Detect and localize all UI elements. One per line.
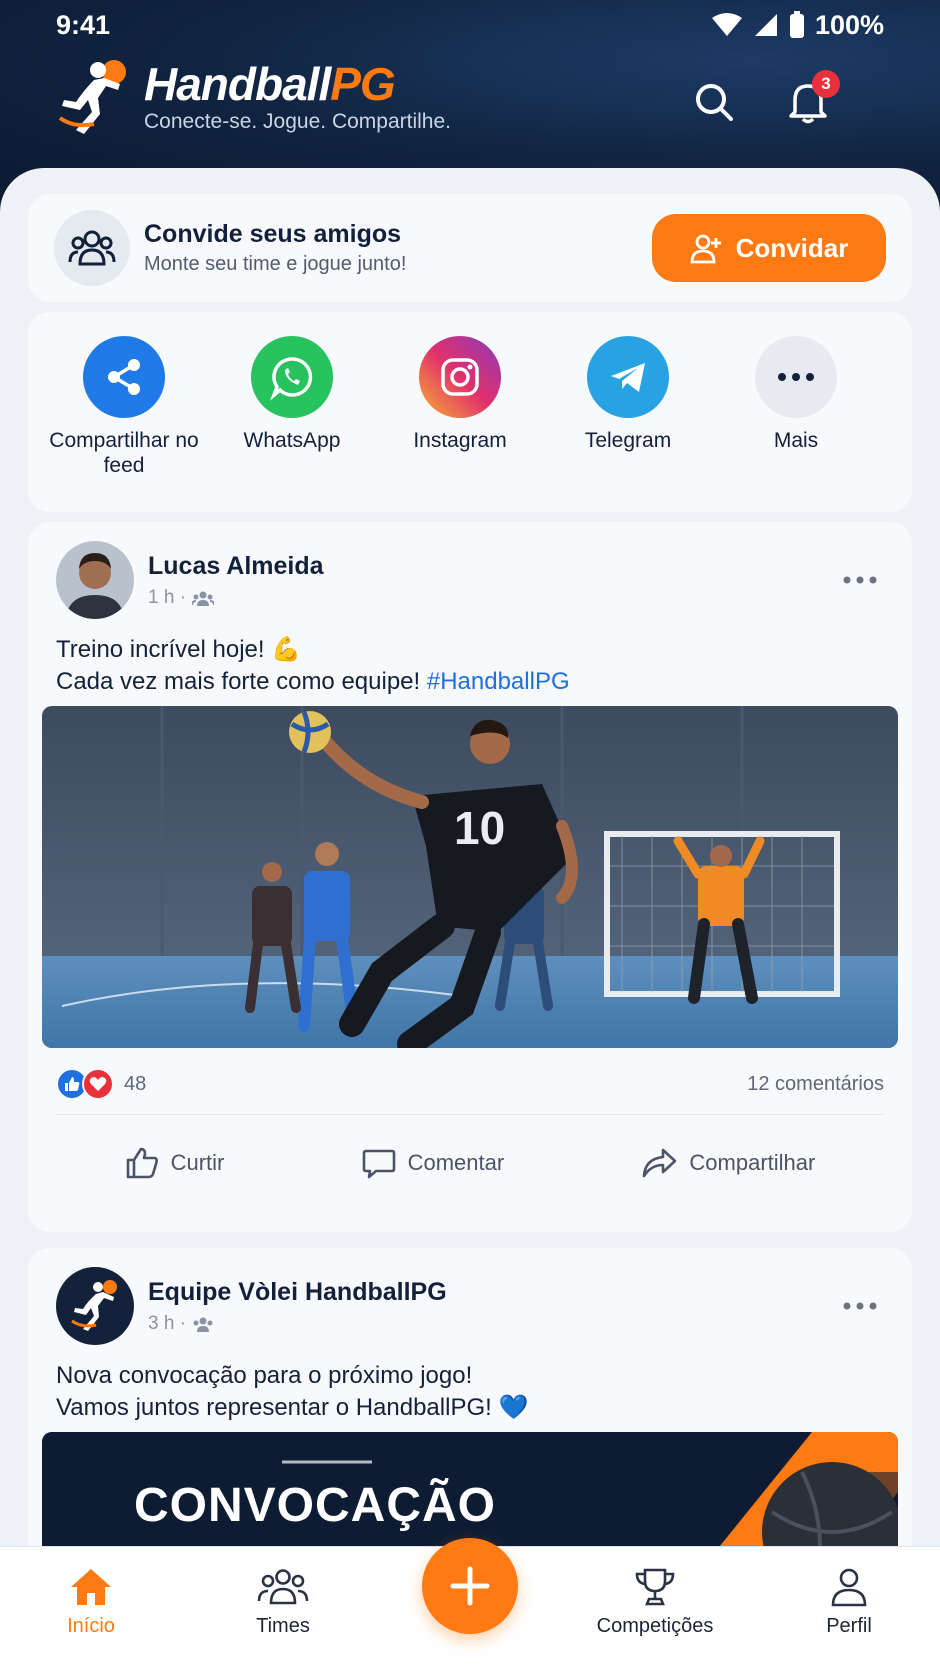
post-actions: Curtir Comentar Compartilhar <box>56 1128 884 1198</box>
share-label: Compartilhar <box>689 1150 816 1175</box>
comment-label: Comentar <box>407 1150 505 1175</box>
brand: HandballPG Conecte-se. Jogue. Compartilh… <box>54 56 451 136</box>
handball-logo-icon <box>58 60 126 134</box>
post-options-button[interactable] <box>836 565 884 595</box>
battery-level: 100% <box>814 9 884 40</box>
invite-title: Convide seus amigos <box>144 220 402 248</box>
instagram-icon <box>419 336 501 418</box>
share-feed-button[interactable]: Compartilhar no feed <box>40 336 208 512</box>
nav-profile[interactable]: Perfil <box>774 1567 924 1638</box>
signal-icon <box>754 14 777 36</box>
more-horizontal-icon <box>843 1302 877 1310</box>
search-icon <box>696 84 733 121</box>
like-label: Curtir <box>170 1150 225 1175</box>
jersey-number: 10 <box>454 802 505 854</box>
share-more-label: Mais <box>773 429 819 452</box>
thumbs-up-icon <box>126 1147 158 1179</box>
share-options: Compartilhar no feed WhatsApp Instagram … <box>28 312 912 512</box>
team-icon <box>257 1569 309 1605</box>
more-icon <box>755 336 837 418</box>
share-telegram-button[interactable]: Telegram <box>544 336 712 512</box>
share-feed-label: Compartilhar no feed <box>49 429 199 477</box>
post-author[interactable]: Lucas Almeida <box>148 552 836 581</box>
telegram-icon <box>587 336 669 418</box>
post-card: Lucas Almeida 1 h · Treino incrível hoje… <box>28 522 912 1232</box>
trophy-icon <box>635 1568 675 1606</box>
invite-subtitle: Monte seu time e jogue junto! <box>144 253 407 275</box>
status-time: 9:41 <box>56 9 111 40</box>
comment-icon <box>362 1149 395 1179</box>
nav-teams[interactable]: Times <box>208 1567 358 1638</box>
home-icon <box>71 1569 111 1605</box>
add-user-icon <box>690 234 721 264</box>
app-tagline: Conecte-se. Jogue. Compartilhe. <box>144 110 451 133</box>
post-reactions: 48 12 comentários <box>56 1064 884 1104</box>
share-arrow-icon <box>643 1148 677 1178</box>
plus-icon <box>450 1566 490 1606</box>
nav-home[interactable]: Início <box>16 1567 166 1638</box>
whatsapp-icon <box>251 336 333 418</box>
share-icon <box>83 336 165 418</box>
reaction-count[interactable]: 48 <box>124 1073 146 1096</box>
comment-button[interactable]: Comentar <box>362 1147 505 1179</box>
banner-title: CONVOCAÇÃO <box>134 1479 497 1532</box>
share-instagram-button[interactable]: Instagram <box>376 336 544 512</box>
team-avatar[interactable] <box>56 1267 134 1345</box>
invite-button-label: Convidar <box>735 232 849 263</box>
post-options-button[interactable] <box>836 1291 884 1321</box>
post-author[interactable]: Equipe Vòlei HandballPG <box>148 1278 836 1307</box>
nav-competitions[interactable]: Competições <box>580 1567 730 1638</box>
more-horizontal-icon <box>843 576 877 584</box>
create-post-button[interactable] <box>422 1538 518 1634</box>
hashtag-link[interactable]: #HandballPG <box>427 668 570 695</box>
feed: Convide seus amigos Monte seu time e jog… <box>0 168 940 1672</box>
search-button[interactable] <box>688 76 740 128</box>
app-title: HandballPG <box>144 58 396 110</box>
love-reaction-icon <box>82 1068 114 1100</box>
battery-icon <box>789 11 804 38</box>
share-whatsapp-label: WhatsApp <box>243 429 341 452</box>
user-icon <box>831 1568 867 1607</box>
share-button[interactable]: Compartilhar <box>641 1147 815 1179</box>
share-instagram-label: Instagram <box>413 429 507 452</box>
post-photo[interactable]: 10 <box>42 706 898 1048</box>
comment-count[interactable]: 12 comentários <box>747 1073 884 1096</box>
post-text: Treino incrível hoje! 💪 Cada vez mais fo… <box>56 636 570 695</box>
post-text: Nova convocação para o próximo jogo! Vam… <box>56 1362 529 1421</box>
notifications-button[interactable]: 3 <box>782 70 840 128</box>
invite-button[interactable]: Convidar <box>652 214 886 282</box>
like-button[interactable]: Curtir <box>125 1146 225 1180</box>
invite-card: Convide seus amigos Monte seu time e jog… <box>28 194 912 302</box>
friends-audience-icon <box>192 591 215 606</box>
wifi-icon <box>711 13 742 36</box>
status-icons: 100% <box>711 10 884 41</box>
avatar[interactable] <box>56 541 134 619</box>
friends-audience-icon <box>193 1317 213 1332</box>
post-timestamp: 3 h · <box>148 1313 836 1335</box>
share-whatsapp-button[interactable]: WhatsApp <box>208 336 376 512</box>
divider <box>56 1114 884 1115</box>
share-telegram-label: Telegram <box>584 429 672 452</box>
post-timestamp: 1 h · <box>148 587 836 609</box>
share-more-button[interactable]: Mais <box>712 336 880 512</box>
invite-group-icon <box>54 210 130 286</box>
status-bar: 9:41 100% <box>56 8 884 42</box>
notification-badge: 3 <box>812 70 840 98</box>
